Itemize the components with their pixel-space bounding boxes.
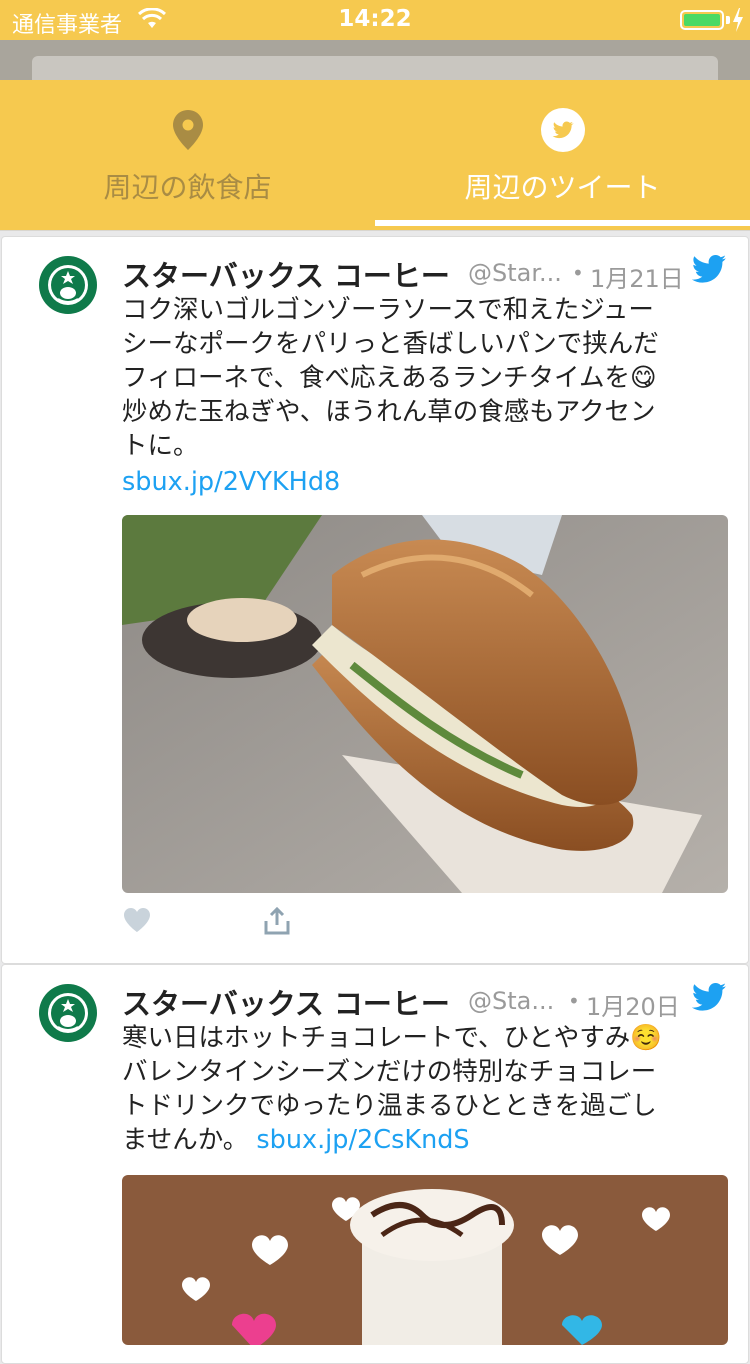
tweet-author-handle: @Star... <box>468 259 562 287</box>
tweet-author-name: スターバックス コーヒー <box>122 259 450 293</box>
tweet-text-line: フィローネで、食べ応えあるランチタイムを😋 <box>122 363 657 393</box>
starbucks-avatar <box>39 984 97 1042</box>
tab-nearby-restaurants[interactable]: 周辺の飲食店 <box>0 80 375 230</box>
tweet-text-line: トドリンクでゆったり温まるひとときを過ごし <box>122 1091 657 1121</box>
tweet-text-line: コク深いゴルゴンゾーラソースで和えたジュー <box>122 295 654 325</box>
charging-icon <box>733 8 743 32</box>
twitter-bird-icon[interactable] <box>692 255 726 283</box>
tweet-link[interactable]: sbux.jp/2CsKndS <box>256 1125 469 1155</box>
battery-cap <box>726 16 730 24</box>
tweet-photo-sandwich[interactable] <box>122 515 728 893</box>
status-bar: 通信事業者 14:22 <box>0 0 750 40</box>
clock: 14:22 <box>338 6 412 32</box>
share-icon[interactable] <box>263 907 291 935</box>
tweet-author-handle: @Sta... <box>468 987 555 1015</box>
tweet-photo-hot-chocolate[interactable] <box>122 1175 728 1345</box>
tweet-text-line: ませんか。 sbux.jp/2CsKndS <box>122 1123 734 1157</box>
tab-nearby-tweets[interactable]: 周辺のツイート <box>375 80 750 230</box>
tweet-text-line: シーなポークをパリっと香ばしいパンで挟んだ <box>122 329 659 359</box>
map-pin-icon <box>172 110 203 150</box>
battery-icon <box>680 10 724 30</box>
tweet-text-fragment: ませんか。 <box>122 1125 249 1155</box>
tweet-text: 寒い日はホットチョコレートで、ひとやすみ☺️ バレンタインシーズンだけの特別なチ… <box>122 1021 734 1157</box>
tweet-card[interactable]: スターバックス コーヒー @Star... • 1月21日 コク深いゴルゴンゾー… <box>1 236 749 964</box>
tweet-date: 1月21日 <box>590 265 684 293</box>
tweet-date: 1月20日 <box>586 993 680 1021</box>
tweet-link[interactable]: sbux.jp/2VYKHd8 <box>122 465 734 499</box>
twitter-bird-icon[interactable] <box>692 983 726 1011</box>
twitter-icon <box>540 108 585 152</box>
tab-label: 周辺の飲食店 <box>103 171 272 204</box>
tweet-text-line: トに。 <box>122 431 199 461</box>
separator-dot: • <box>568 989 580 1013</box>
tab-bar: 周辺の飲食店 周辺のツイート <box>0 80 750 231</box>
tweet-text-line: 寒い日はホットチョコレートで、ひとやすみ☺️ <box>122 1023 662 1053</box>
selected-tab-indicator <box>375 220 750 226</box>
map-background <box>0 40 750 96</box>
tweet-card[interactable]: スターバックス コーヒー @Sta... • 1月20日 寒い日はホットチョコレ… <box>1 964 749 1364</box>
tweet-text-line: 炒めた玉ねぎや、ほうれん草の食感もアクセン <box>122 397 656 427</box>
tweet-author-name: スターバックス コーヒー <box>122 987 450 1021</box>
tweet-text: コク深いゴルゴンゾーラソースで和えたジュー シーなポークをパリっと香ばしいパンで… <box>122 293 734 499</box>
starbucks-avatar <box>39 256 97 314</box>
tab-label: 周辺のツイート <box>464 171 661 204</box>
tweet-text-line: バレンタインシーズンだけの特別なチョコレー <box>122 1057 657 1087</box>
separator-dot: • <box>572 261 584 285</box>
like-heart-icon[interactable] <box>123 907 151 933</box>
